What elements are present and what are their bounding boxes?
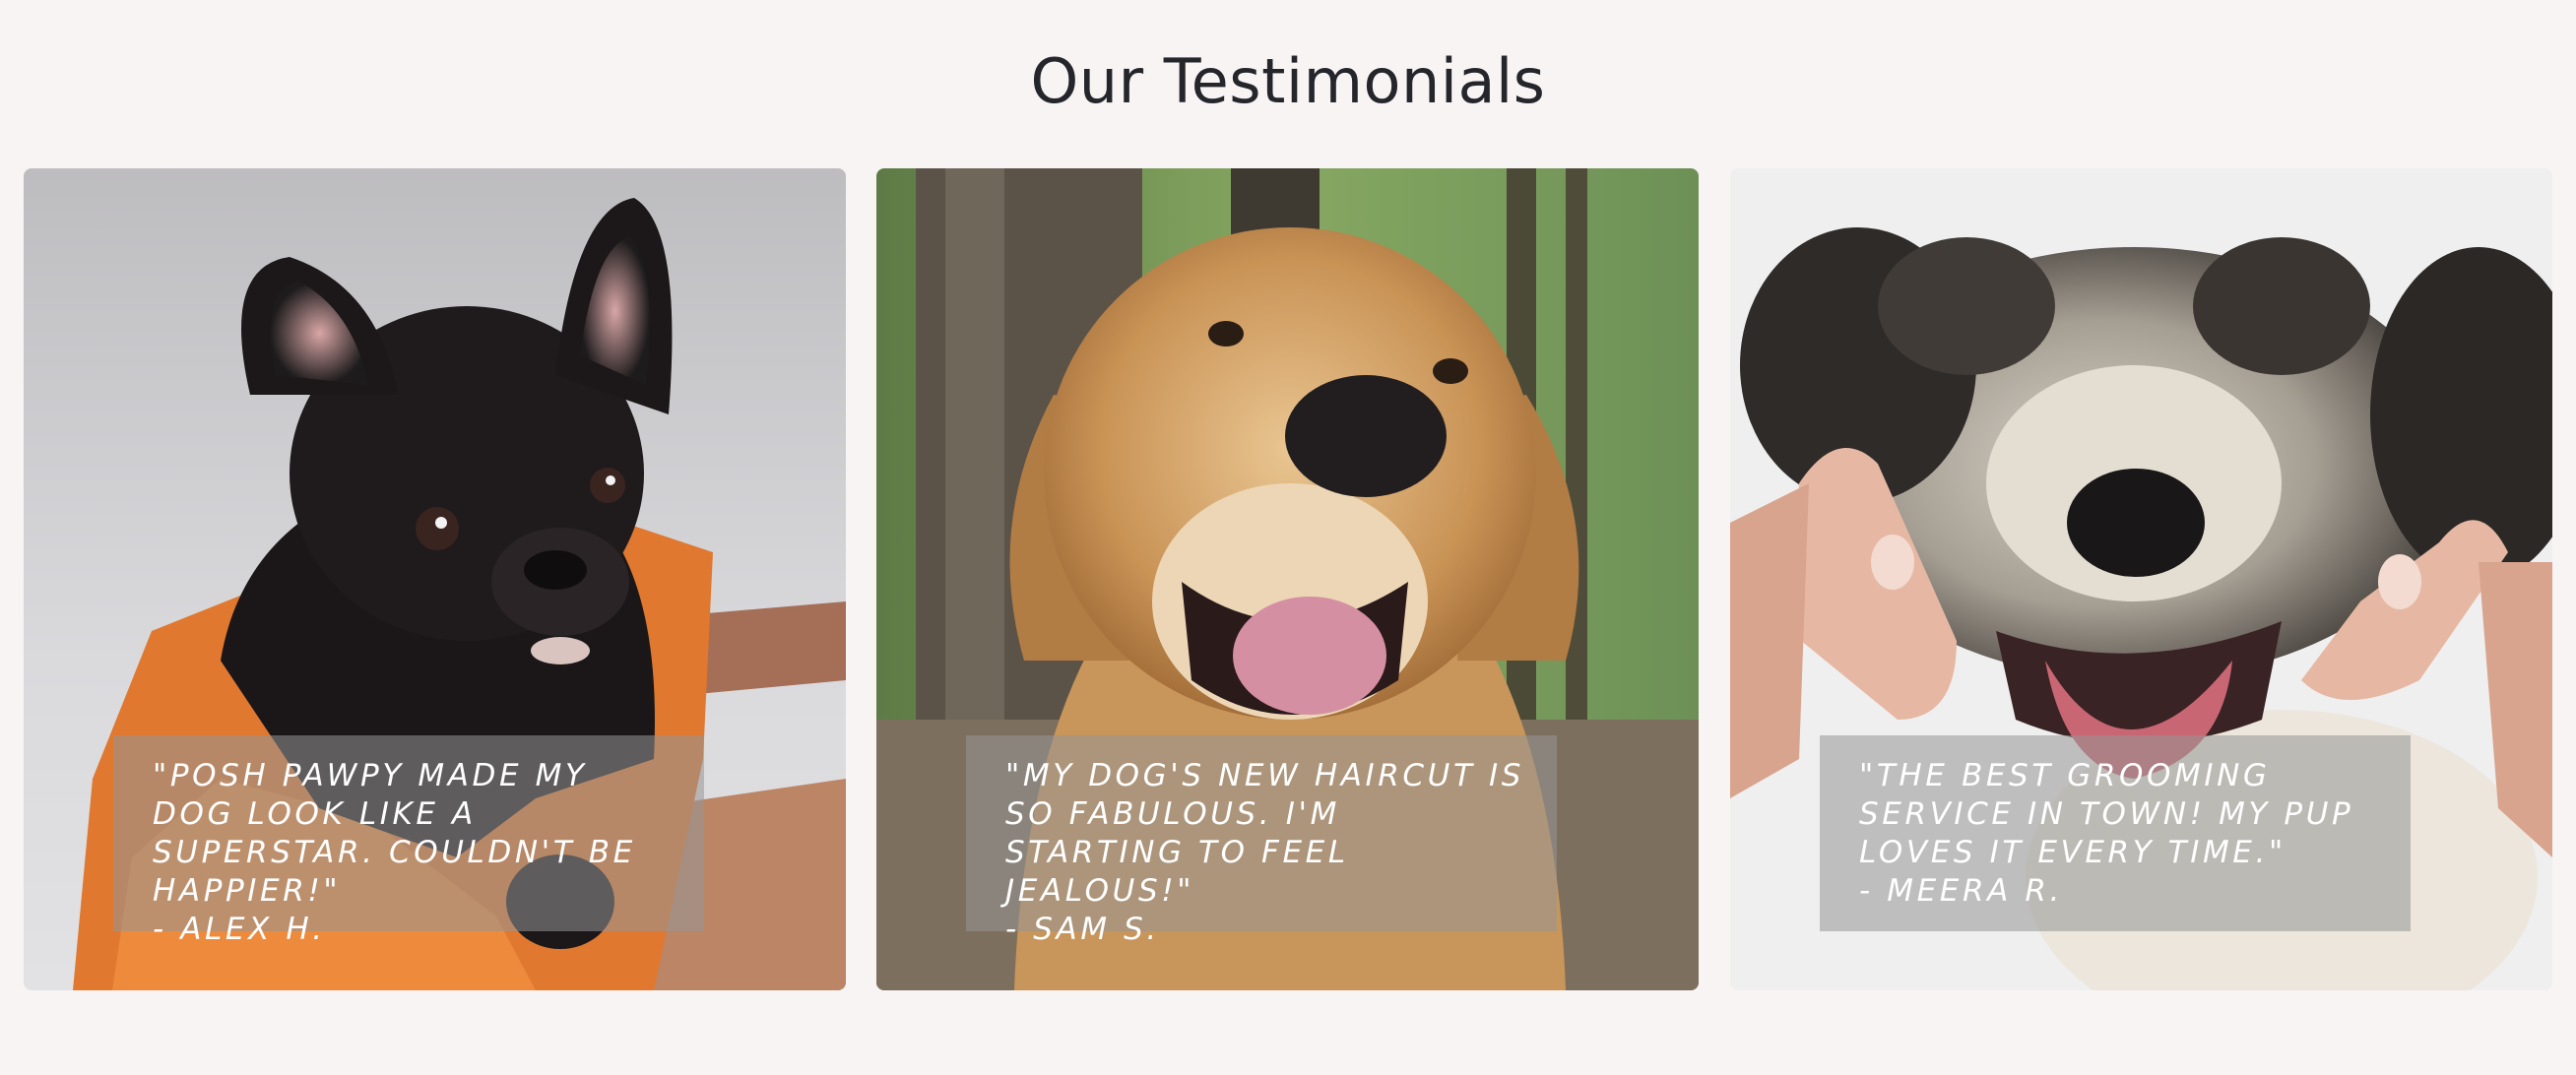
testimonial-quote-box: "My dog's new haircut is so fabulous. I'…: [966, 735, 1557, 947]
section-title: Our Testimonials: [1030, 45, 1546, 117]
testimonial-quote: "The best grooming service in town! My p…: [1859, 758, 2354, 870]
testimonial-author: - Alex H.: [153, 912, 326, 947]
testimonial-card: "The best grooming service in town! My p…: [1730, 168, 2552, 990]
testimonials-grid: "Posh Pawpy made my dog look like a supe…: [24, 168, 2552, 990]
testimonial-quote-box: "Posh Pawpy made my dog look like a supe…: [113, 735, 704, 947]
testimonial-quote: "My dog's new haircut is so fabulous. I'…: [1005, 758, 1524, 909]
testimonial-author: - Sam S.: [1005, 912, 1160, 947]
testimonial-author: - Meera R.: [1859, 873, 2063, 909]
testimonial-quote-box: "The best grooming service in town! My p…: [1820, 735, 2411, 931]
testimonial-card: "My dog's new haircut is so fabulous. I'…: [876, 168, 1699, 990]
testimonial-card: "Posh Pawpy made my dog look like a supe…: [24, 168, 846, 990]
testimonial-quote: "Posh Pawpy made my dog look like a supe…: [153, 758, 636, 909]
